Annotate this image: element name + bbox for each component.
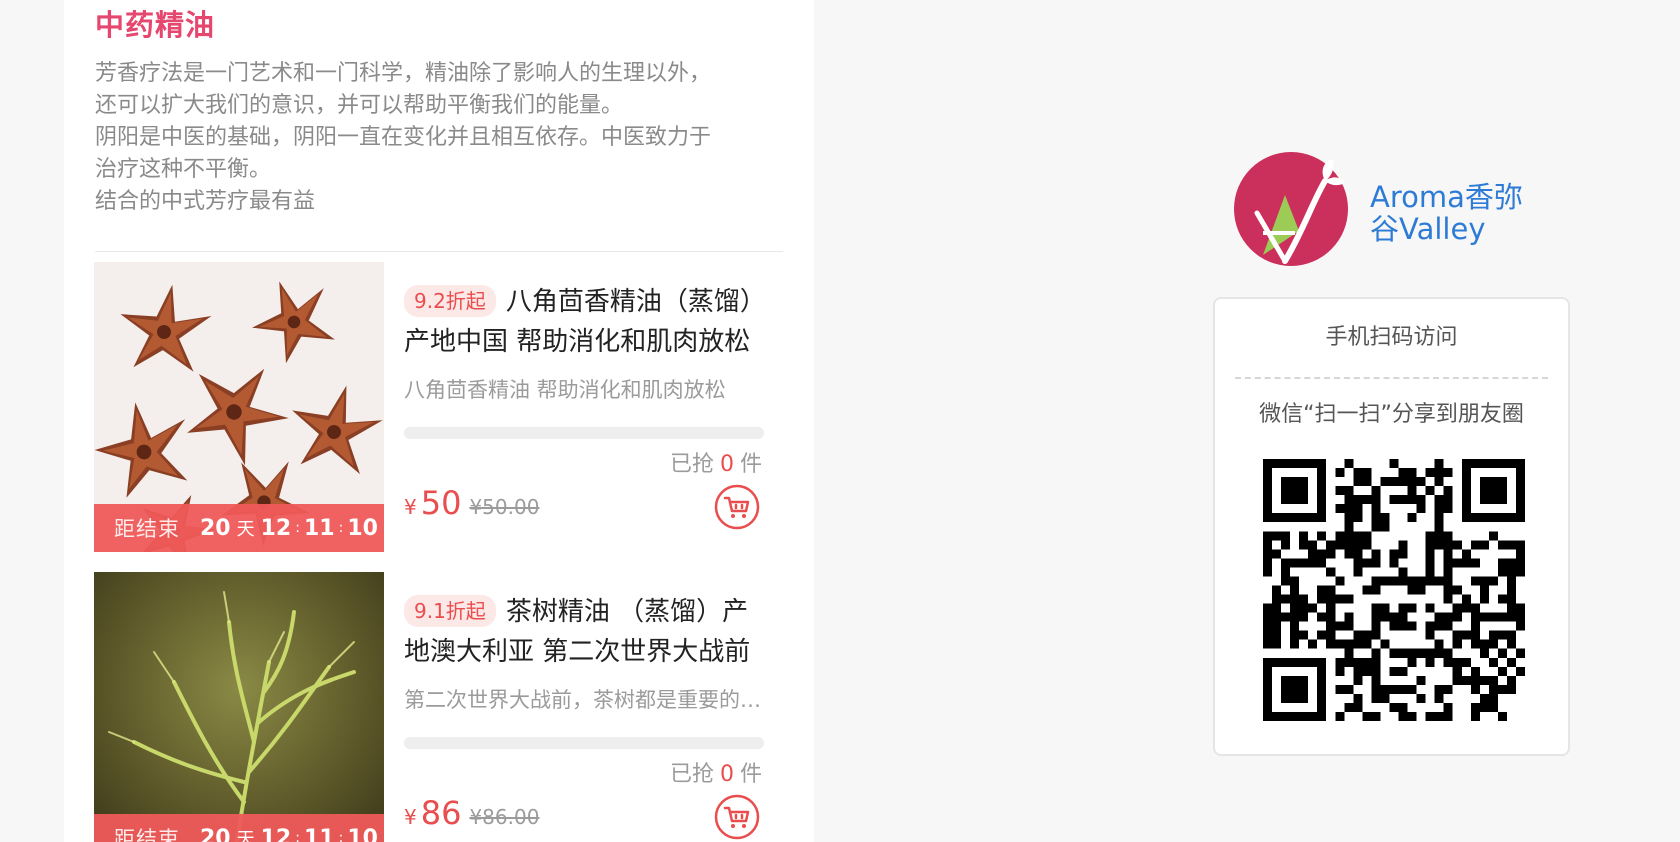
original-price: ¥50.00 (469, 495, 540, 519)
countdown-seconds: 10 (347, 825, 378, 842)
countdown-label: 距结束 (114, 827, 180, 842)
countdown-day-unit: 天 (236, 829, 255, 842)
product-price: ¥50 ¥50.00 (404, 484, 539, 522)
product-subtitle: 八角茴香精油 帮助消化和肌肉放松 (404, 378, 726, 402)
countdown-minutes: 11 (303, 515, 335, 541)
tea-tree-photo (94, 572, 384, 842)
product-list-panel: 中药精油 芳香疗法是一门艺术和一门科学，精油除了影响人的生理以外， 还可以扩大我… (64, 0, 814, 842)
sold-prefix: 已抢 (669, 452, 714, 477)
countdown-hours: 12 (260, 515, 292, 541)
sales-progress-bar (404, 427, 764, 439)
discount-badge: 9.1折起 (404, 595, 496, 627)
countdown-separator: : (295, 520, 300, 536)
product-image[interactable]: 距结束 20 天 12 : 11 : 10 (94, 572, 384, 842)
add-to-cart-button[interactable] (714, 484, 760, 530)
sold-number: 0 (719, 762, 734, 787)
description-line: 治疗这种不平衡。 (95, 157, 272, 182)
countdown-day-unit: 天 (236, 519, 255, 540)
countdown-separator: : (338, 830, 344, 842)
countdown-label: 距结束 (114, 517, 180, 541)
price-amount: 86 (420, 794, 462, 832)
countdown-days: 20 (200, 825, 231, 842)
countdown-timer: 距结束 20 天 12 : 11 : 10 (94, 504, 384, 552)
qr-code-card: 手机扫码访问 微信“扫一扫”分享到朋友圈 (1213, 297, 1570, 756)
cart-icon (714, 484, 760, 530)
countdown-timer: 距结束 20 天 12 : 11 : 10 (94, 814, 384, 842)
description-line: 芳香疗法是一门艺术和一门科学，精油除了影响人的生理以外， (95, 61, 712, 86)
product-subtitle: 第二次世界大战前，茶树都是重要的天然消毒剂 (404, 688, 764, 712)
sold-suffix: 件 (739, 762, 762, 787)
countdown-separator: : (338, 520, 344, 536)
countdown-hours: 12 (260, 825, 292, 842)
countdown-seconds: 10 (347, 515, 378, 541)
discount-badge: 9.2折起 (404, 285, 496, 317)
countdown-separator: : (295, 830, 300, 842)
sold-prefix: 已抢 (669, 762, 714, 787)
product-image[interactable]: 距结束 20 天 12 : 11 : 10 (94, 262, 384, 552)
description-line: 结合的中式芳疗最有益 (95, 189, 316, 214)
original-price: ¥86.00 (469, 805, 540, 829)
qr-code-icon[interactable] (1263, 459, 1525, 721)
currency-symbol: ¥ (404, 805, 417, 829)
add-to-cart-button[interactable] (714, 794, 760, 840)
section-description: 芳香疗法是一门艺术和一门科学，精油除了影响人的生理以外， 还可以扩大我们的意识，… (95, 58, 785, 218)
product-price: ¥86 ¥86.00 (404, 794, 539, 832)
sold-number: 0 (719, 452, 734, 477)
description-line: 还可以扩大我们的意识，并可以帮助平衡我们的能量。 (95, 93, 624, 118)
qr-share-text: 微信“扫一扫”分享到朋友圈 (1259, 402, 1524, 427)
section-divider (95, 251, 783, 252)
sales-progress-bar (404, 737, 764, 749)
description-line: 阴阳是中医的基础，阴阳一直在变化并且相互依存。中医致力于 (95, 125, 712, 150)
aroma-valley-logo-icon (1234, 152, 1348, 266)
product-title[interactable]: 9.1折起 茶树精油 （蒸馏）产地澳大利亚 第二次世界大战前 (404, 592, 764, 672)
currency-symbol: ¥ (404, 495, 417, 519)
sold-count: 已抢 0 件 (670, 446, 762, 478)
countdown-days: 20 (200, 515, 231, 541)
product-card[interactable]: 距结束 20 天 12 : 11 : 10 9.2折起 八角茴香精油（蒸馏）产地中… (94, 262, 784, 552)
qr-title: 手机扫码访问 (1325, 325, 1458, 350)
section-title: 中药精油 (95, 8, 216, 42)
sold-suffix: 件 (739, 452, 762, 477)
cart-icon (714, 794, 760, 840)
product-title[interactable]: 9.2折起 八角茴香精油（蒸馏）产地中国 帮助消化和肌肉放松 (404, 282, 764, 362)
qr-divider (1235, 377, 1548, 379)
sold-count: 已抢 0 件 (670, 756, 762, 788)
brand-logo[interactable]: Aroma香弥谷Valley (1233, 151, 1523, 267)
price-amount: 50 (420, 484, 462, 522)
product-card[interactable]: 距结束 20 天 12 : 11 : 10 9.1折起 茶树精油 （蒸馏）产地澳大… (94, 572, 784, 842)
countdown-minutes: 11 (303, 825, 335, 842)
brand-name: Aroma香弥谷Valley (1370, 180, 1523, 246)
